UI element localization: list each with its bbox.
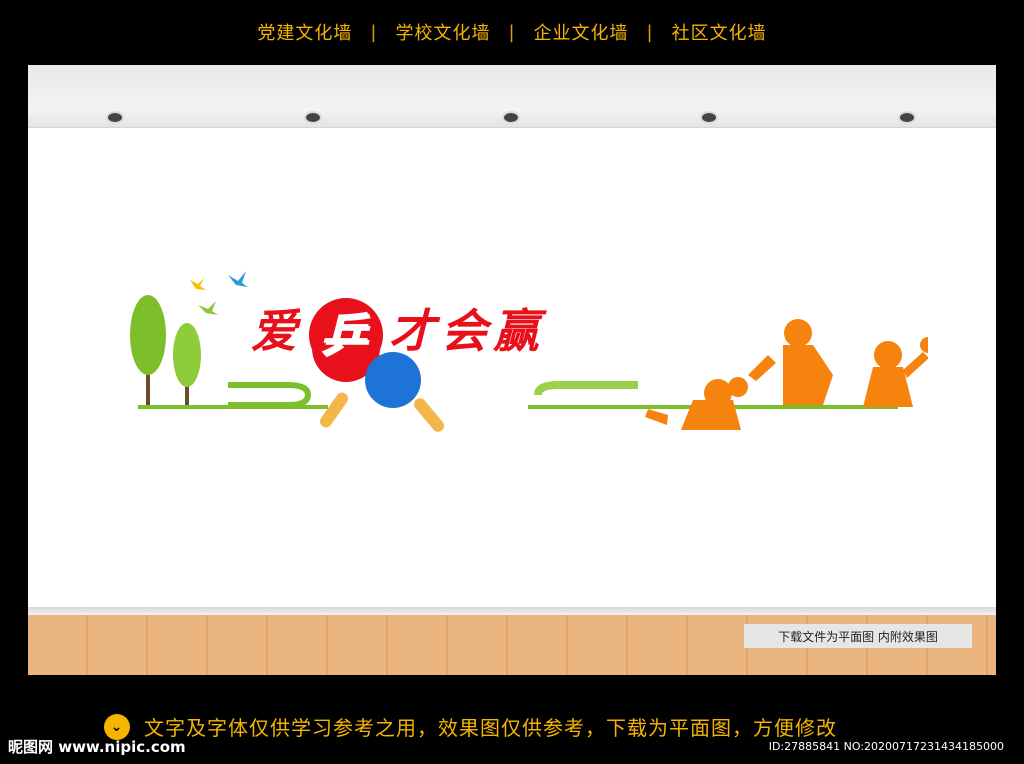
title-rest: 才会赢 [389,304,545,358]
cloud-swirl [534,381,638,396]
cloud-swirl [228,382,312,408]
nav-separator: | [370,21,378,43]
bird-icon [190,278,206,290]
footer-notice-text: 文字及字体仅供学习参考之用，效果图仅供参考，下载为平面图，方便修改 [144,716,837,740]
footer: ⌄ 文字及字体仅供学习参考之用，效果图仅供参考，下载为平面图，方便修改 昵图网 … [0,700,1024,764]
site-brand[interactable]: 昵图网 www.nipic.com [8,736,186,757]
ceiling-light-icon [898,111,916,124]
nav-separator: | [508,21,516,43]
room-mockup: 爱乒才会赢 下载文件为平面图 内附效果图 [28,65,996,675]
bird-icon [228,271,248,287]
ceiling-light-icon [106,111,124,124]
paddle-handle [414,398,444,432]
nav-item-party[interactable]: 党建文化墙 [239,19,370,45]
paddle-handle [319,392,349,428]
mural-title: 爱乒才会赢 [251,295,545,372]
nav-item-community[interactable]: 社区文化墙 [654,19,785,45]
bird-icon [198,301,218,315]
ceiling-light-icon [700,111,718,124]
title-char: 爱 [251,304,303,358]
ceiling-light-icon [502,111,520,124]
top-nav: 党建文化墙 | 学校文化墙 | 企业文化墙 | 社区文化墙 [0,0,1024,64]
footer-notice: ⌄ 文字及字体仅供学习参考之用，效果图仅供参考，下载为平面图，方便修改 [104,712,837,741]
title-ball-char: 乒 [309,297,383,372]
nav-item-enterprise[interactable]: 企业文化墙 [516,19,647,45]
ceiling-light-icon [304,111,322,124]
tree-icon [130,295,166,375]
nav-separator: | [646,21,654,43]
tree-icon [173,323,201,387]
floor-note: 下载文件为平面图 内附效果图 [744,624,972,648]
players-silhouette [645,319,928,430]
nav-item-school[interactable]: 学校文化墙 [377,19,508,45]
image-id: ID:27885841 NO:20200717231434185000 [768,740,1004,753]
